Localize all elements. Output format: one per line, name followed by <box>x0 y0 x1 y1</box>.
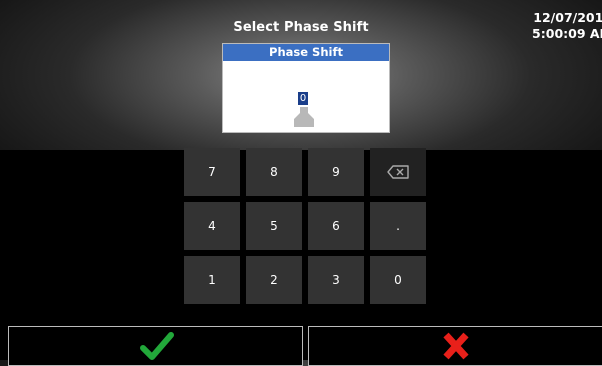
key-0[interactable]: 0 <box>370 256 426 304</box>
backspace-button[interactable] <box>370 148 426 196</box>
phase-shift-value-field[interactable]: 0 <box>298 92 308 105</box>
key-decimal[interactable]: . <box>370 202 426 250</box>
confirm-button[interactable] <box>8 326 303 366</box>
clock-date: 12/07/2018 <box>533 10 602 25</box>
key-6[interactable]: 6 <box>308 202 364 250</box>
key-1[interactable]: 1 <box>184 256 240 304</box>
x-icon <box>443 332 469 360</box>
page-title: Select Phase Shift <box>233 20 369 35</box>
key-9[interactable]: 9 <box>308 148 364 196</box>
backspace-icon <box>387 165 409 179</box>
cancel-button[interactable] <box>308 326 602 366</box>
clock-time: 5:00:09 AM <box>532 26 602 41</box>
pointer-icon <box>294 107 314 127</box>
key-5[interactable]: 5 <box>246 202 302 250</box>
key-7[interactable]: 7 <box>184 148 240 196</box>
phase-shift-dialog: Phase Shift 0 <box>222 43 390 133</box>
checkmark-icon <box>140 332 174 360</box>
key-3[interactable]: 3 <box>308 256 364 304</box>
key-2[interactable]: 2 <box>246 256 302 304</box>
clock: 12/07/2018 5:00:09 AM <box>532 10 602 42</box>
dialog-title: Phase Shift <box>223 44 389 61</box>
key-4[interactable]: 4 <box>184 202 240 250</box>
key-8[interactable]: 8 <box>246 148 302 196</box>
